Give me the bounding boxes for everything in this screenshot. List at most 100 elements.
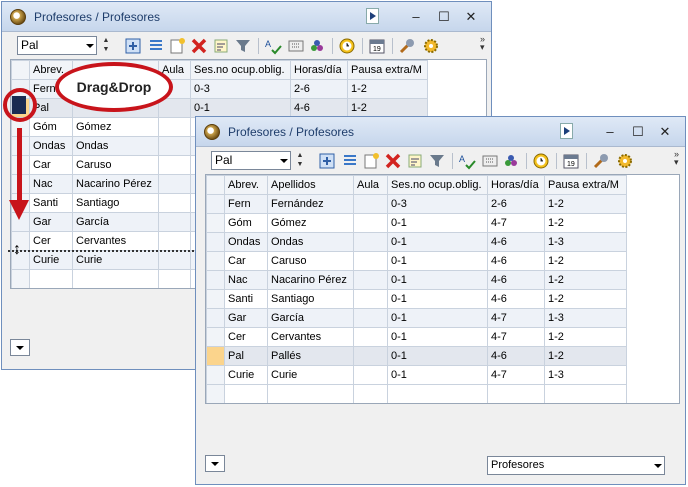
table-cell[interactable] bbox=[158, 250, 191, 270]
table-cell[interactable]: 0-3 bbox=[190, 79, 291, 99]
col-header-abrev[interactable]: Abrev. bbox=[224, 175, 268, 195]
table-cell[interactable]: Ondas bbox=[72, 136, 159, 156]
table-cell[interactable]: 1-2 bbox=[544, 194, 627, 214]
table-cell[interactable]: Caruso bbox=[72, 155, 159, 175]
grid-settings-icon[interactable] bbox=[287, 37, 305, 55]
row-header[interactable] bbox=[206, 251, 225, 271]
table-cell[interactable]: 0-1 bbox=[387, 365, 488, 385]
delete-icon[interactable] bbox=[190, 37, 208, 55]
row-header[interactable] bbox=[206, 270, 225, 290]
table-cell[interactable]: 4-7 bbox=[487, 213, 545, 233]
filter-icon[interactable] bbox=[234, 37, 252, 55]
filter-icon[interactable] bbox=[428, 152, 446, 170]
table-cell[interactable]: Pal bbox=[224, 346, 268, 366]
table-cell[interactable] bbox=[158, 98, 191, 118]
table-cell[interactable]: 4-7 bbox=[487, 308, 545, 328]
back-bottom-dropdown[interactable] bbox=[10, 339, 30, 356]
spin-buttons[interactable]: ▲ ▼ bbox=[100, 36, 112, 55]
table-cell[interactable]: 0-1 bbox=[387, 213, 488, 233]
table-cell[interactable]: Cer bbox=[224, 327, 268, 347]
new-item-icon[interactable] bbox=[362, 152, 380, 170]
table-cell[interactable]: Góm bbox=[29, 117, 73, 137]
table-cell[interactable]: 4-6 bbox=[487, 289, 545, 309]
table-cell[interactable] bbox=[353, 270, 388, 290]
table-cell[interactable] bbox=[158, 155, 191, 175]
teacher-combo[interactable]: Pal bbox=[17, 36, 97, 55]
table-cell[interactable] bbox=[353, 251, 388, 271]
clock-icon[interactable] bbox=[338, 37, 356, 55]
table-cell[interactable]: Ondas bbox=[224, 232, 268, 252]
spellcheck-icon[interactable]: A bbox=[458, 152, 476, 170]
table-cell[interactable]: 4-6 bbox=[487, 346, 545, 366]
row-header[interactable] bbox=[206, 327, 225, 347]
table-cell[interactable]: Santiago bbox=[267, 289, 354, 309]
pin-icon[interactable] bbox=[366, 8, 379, 24]
table-cell[interactable] bbox=[158, 136, 191, 156]
list-icon[interactable] bbox=[147, 37, 165, 55]
row-header[interactable] bbox=[206, 194, 225, 214]
table-cell[interactable]: 1-2 bbox=[347, 98, 428, 118]
tools-icon[interactable] bbox=[398, 37, 416, 55]
table-cell[interactable]: 0-1 bbox=[387, 308, 488, 328]
row-header[interactable] bbox=[206, 289, 225, 309]
table-cell[interactable]: 0-1 bbox=[387, 232, 488, 252]
table-cell[interactable] bbox=[353, 194, 388, 214]
clock-icon[interactable] bbox=[532, 152, 550, 170]
pin-icon[interactable] bbox=[560, 123, 573, 139]
table-row[interactable]: Cer Cervantes 0-1 4-7 1-2 bbox=[206, 327, 627, 347]
col-header-horas[interactable]: Horas/día bbox=[487, 175, 545, 195]
close-button[interactable]: ✕ bbox=[657, 124, 673, 140]
table-cell[interactable]: 4-6 bbox=[487, 251, 545, 271]
table-cell[interactable]: Santi bbox=[224, 289, 268, 309]
table-row[interactable]: Nac Nacarino Pérez 0-1 4-6 1-2 bbox=[206, 270, 627, 290]
minimize-button[interactable]: – bbox=[408, 9, 424, 25]
table-cell[interactable]: Curie bbox=[224, 365, 268, 385]
spin-buttons[interactable]: ▲ ▼ bbox=[294, 151, 306, 170]
col-header-pausa[interactable]: Pausa extra/M bbox=[544, 175, 627, 195]
table-cell[interactable]: Góm bbox=[224, 213, 268, 233]
row-header[interactable] bbox=[11, 269, 30, 288]
row-header[interactable] bbox=[206, 384, 225, 403]
table-row[interactable]: Pal Pallés 0-1 4-6 1-2 bbox=[206, 346, 627, 366]
table-cell[interactable]: 0-1 bbox=[387, 327, 488, 347]
table-cell[interactable] bbox=[353, 365, 388, 385]
table-cell[interactable] bbox=[353, 327, 388, 347]
col-header-apellidos[interactable]: Apellidos bbox=[267, 175, 354, 195]
table-cell[interactable]: García bbox=[267, 308, 354, 328]
table-cell[interactable]: García bbox=[72, 212, 159, 232]
table-cell[interactable]: Ondas bbox=[267, 232, 354, 252]
table-cell[interactable]: Nac bbox=[224, 270, 268, 290]
table-cell[interactable]: Fern bbox=[224, 194, 268, 214]
toolbar-overflow-chevron-icon[interactable]: » ▾ bbox=[674, 150, 679, 167]
table-cell[interactable] bbox=[353, 289, 388, 309]
toolbar-overflow-chevron-icon[interactable]: » ▾ bbox=[480, 35, 485, 52]
table-cell[interactable]: 0-1 bbox=[387, 251, 488, 271]
table-row[interactable]: Car Caruso 0-1 4-6 1-2 bbox=[206, 251, 627, 271]
table-cell[interactable]: Santi bbox=[29, 193, 73, 213]
table-cell[interactable] bbox=[158, 231, 191, 251]
new-item-icon[interactable] bbox=[168, 37, 186, 55]
table-cell[interactable]: 1-2 bbox=[544, 327, 627, 347]
table-cell[interactable] bbox=[158, 193, 191, 213]
table-cell[interactable]: Gómez bbox=[72, 117, 159, 137]
table-cell[interactable]: 0-3 bbox=[387, 194, 488, 214]
table-row[interactable]: Ondas Ondas 0-1 4-6 1-3 bbox=[206, 232, 627, 252]
table-cell[interactable]: 2-6 bbox=[290, 79, 348, 99]
table-cell[interactable]: 4-7 bbox=[487, 365, 545, 385]
table-cell[interactable]: 0-1 bbox=[190, 98, 291, 118]
table-cell[interactable]: 4-6 bbox=[487, 270, 545, 290]
tools-icon[interactable] bbox=[592, 152, 610, 170]
color-icon[interactable] bbox=[502, 152, 520, 170]
table-cell[interactable] bbox=[158, 117, 191, 137]
row-header[interactable] bbox=[206, 213, 225, 233]
table-cell[interactable] bbox=[353, 384, 388, 403]
table-cell[interactable]: Curie bbox=[29, 250, 73, 270]
table-cell[interactable]: 1-3 bbox=[544, 232, 627, 252]
table-cell[interactable]: Ondas bbox=[29, 136, 73, 156]
table-cell[interactable]: 1-3 bbox=[544, 308, 627, 328]
table-cell[interactable] bbox=[158, 269, 191, 288]
table-cell[interactable]: 1-2 bbox=[544, 289, 627, 309]
list-icon[interactable] bbox=[341, 152, 359, 170]
table-cell[interactable]: Gar bbox=[29, 212, 73, 232]
table-cell[interactable]: 1-2 bbox=[544, 213, 627, 233]
